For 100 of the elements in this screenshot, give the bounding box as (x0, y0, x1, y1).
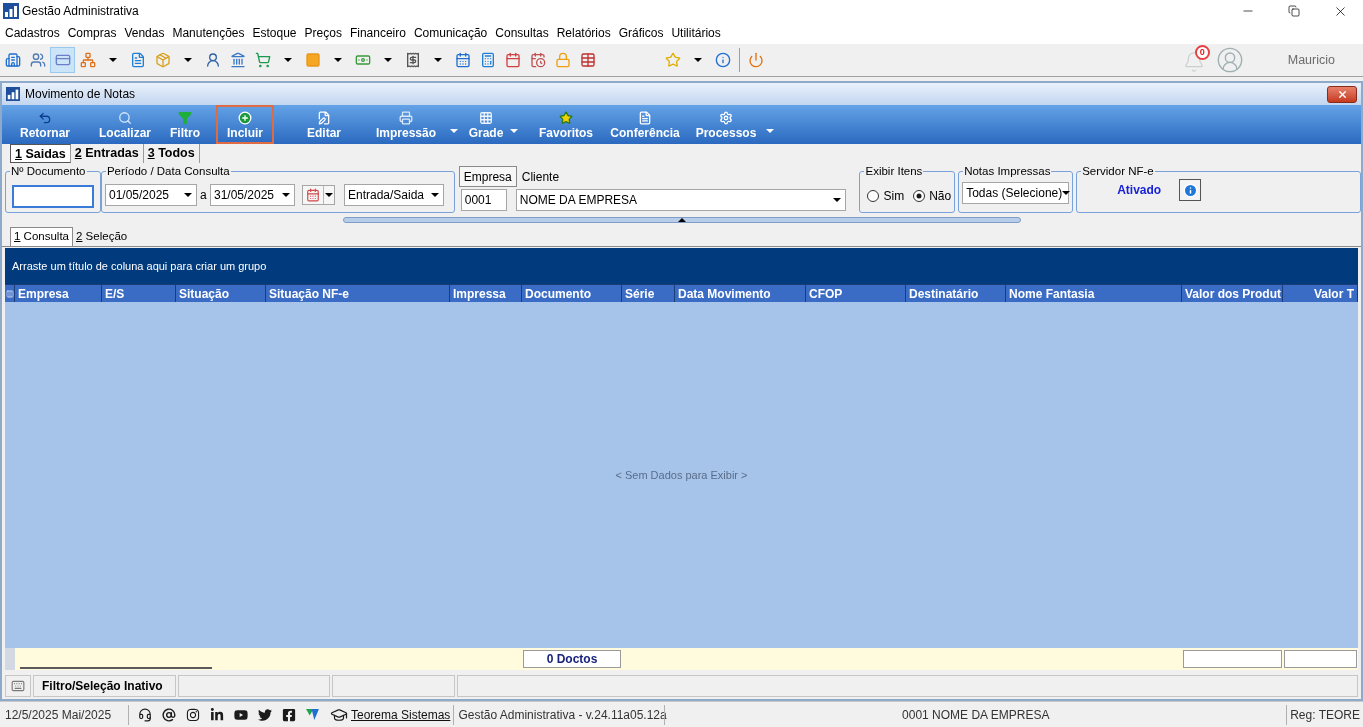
calendar-icon (504, 52, 521, 68)
square-icon (304, 52, 321, 68)
close-button[interactable] (1327, 85, 1357, 103)
group-label: Nº Documento (10, 164, 87, 178)
caret-icon (281, 193, 290, 197)
caret-icon (832, 198, 841, 202)
calculator-icon (479, 52, 496, 68)
people-icon (29, 52, 46, 68)
menu-item[interactable]: Estoque (248, 22, 301, 44)
menu-item[interactable]: Relatórios (552, 22, 615, 44)
registration-text: Reg: TEORE (1289, 706, 1361, 724)
tab[interactable]: 3 Todos (143, 144, 200, 163)
caret-icon (430, 193, 439, 197)
instagram-icon[interactable] (186, 707, 200, 722)
cart-icon (254, 52, 271, 68)
calendar-icon (305, 188, 320, 202)
table-icon (579, 52, 596, 68)
menu-item[interactable]: Utilitários (667, 22, 725, 44)
caret-icon (324, 193, 333, 197)
radio-option[interactable]: Não (913, 187, 952, 205)
tab[interactable]: 1 Saidas (10, 144, 71, 163)
radio-icon[interactable] (867, 190, 880, 202)
menu-item[interactable]: Cadastros (1, 22, 64, 44)
grid-icon (479, 110, 493, 125)
card-icon (54, 52, 71, 68)
group-label: Exibir Itens (864, 164, 924, 178)
toolbar-button[interactable]: Filtro (162, 105, 208, 144)
toolbar-button[interactable]: Conferência (606, 105, 684, 144)
menu-item[interactable]: Vendas (120, 22, 169, 44)
toolbar-button[interactable]: Editar (292, 105, 356, 144)
toolbar-button[interactable]: Incluir (216, 105, 274, 144)
caret-icon[interactable] (433, 58, 442, 62)
toolbar-button[interactable]: Favoritos (530, 105, 602, 144)
receipt-icon (404, 52, 421, 68)
document-icon (129, 52, 146, 68)
calendar-icon (454, 52, 471, 68)
restore-icon (1288, 5, 1300, 17)
headset-icon[interactable] (138, 707, 152, 722)
menu-item[interactable]: Comunicação (409, 22, 492, 44)
caret-icon[interactable] (333, 58, 342, 62)
caret-icon[interactable] (183, 58, 192, 62)
group-hint: Arraste um título de coluna aqui para criar um grupo (12, 258, 267, 274)
menu-item[interactable]: Preços (300, 22, 346, 44)
date-field[interactable]: 01/05/2025 (104, 184, 197, 206)
building-icon (4, 52, 21, 68)
date-field[interactable]: 31/05/2025 (209, 184, 295, 206)
column-chooser-icon[interactable] (5, 288, 14, 299)
company-name: 0001 NOME DA EMPRESA (901, 706, 1051, 724)
notification-badge: 0 (1194, 45, 1210, 60)
menu-item[interactable]: Financeiro (345, 22, 410, 44)
youtube-icon[interactable] (234, 707, 248, 722)
company-link[interactable]: Teorema Sistemas (351, 705, 451, 724)
footer-indicator (5, 648, 15, 670)
menu-item[interactable]: Gráficos (614, 22, 668, 44)
tab[interactable]: Empresa (458, 166, 517, 187)
facebook-icon[interactable] (282, 707, 296, 722)
tab[interactable]: 2 Entradas (70, 144, 144, 163)
toolbar-button[interactable]: Retornar (10, 105, 80, 144)
company-select[interactable]: NOME DA EMPRESA (515, 189, 846, 211)
bell-icon[interactable] (1182, 51, 1205, 73)
toolbar-button[interactable] (50, 47, 75, 73)
group-label: Notas Impressas (963, 164, 1052, 178)
input-field[interactable] (12, 184, 94, 208)
return-arrow-icon (38, 110, 52, 125)
radio-option[interactable]: Sim (867, 187, 905, 205)
toolbar-button[interactable]: Localizar (90, 105, 160, 144)
close-icon (1336, 88, 1348, 100)
printed-select[interactable]: Todas (Selecione) (962, 182, 1070, 204)
scrollbar-thumb[interactable] (20, 667, 212, 669)
edit-document-icon (317, 110, 331, 125)
package-icon (154, 52, 171, 68)
power-icon (747, 52, 764, 68)
caret-icon[interactable] (383, 58, 392, 62)
tab[interactable]: 1 Consulta (10, 227, 73, 246)
toolbar-button[interactable]: Processos (688, 105, 764, 144)
star-icon (559, 110, 573, 125)
tab[interactable]: 2 Seleção (73, 227, 131, 246)
status-panel: Filtro/Seleção Inativo (33, 675, 176, 697)
caret-icon[interactable] (283, 58, 292, 62)
at-sign-icon[interactable] (162, 707, 176, 722)
info-button[interactable] (1179, 179, 1202, 201)
code-field[interactable]: 0001 (460, 189, 507, 211)
toolbar-button[interactable]: Impressão (364, 105, 448, 144)
splitter-handle[interactable] (342, 216, 1021, 223)
type-select[interactable]: Entrada/Saida (343, 184, 444, 206)
caret-icon (1062, 191, 1071, 195)
menu-item[interactable]: Manutenções (168, 22, 249, 44)
triangle-logo-icon[interactable] (306, 709, 319, 720)
radio-icon[interactable] (913, 190, 926, 202)
printer-icon (399, 110, 413, 125)
calendar-button[interactable] (301, 185, 335, 205)
menu-item[interactable]: Consultas (491, 22, 553, 44)
twitter-icon[interactable] (258, 707, 272, 722)
caret-icon[interactable] (693, 58, 702, 62)
menu-item[interactable]: Compras (63, 22, 121, 44)
tab[interactable]: Cliente (516, 166, 565, 187)
range-separator: a (199, 187, 208, 204)
linkedin-icon[interactable] (210, 707, 224, 722)
toolbar-button[interactable]: Grade (464, 105, 508, 144)
caret-icon[interactable] (108, 58, 117, 62)
